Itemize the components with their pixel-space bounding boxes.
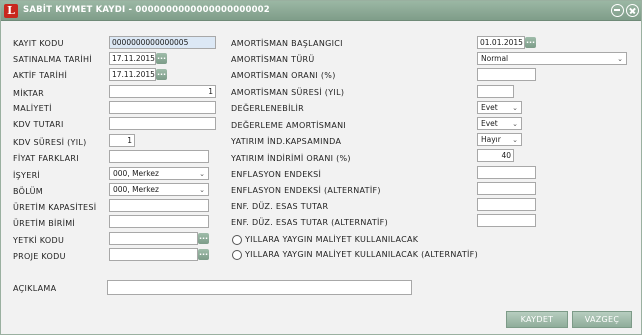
- yetki-kodu-lookup-icon[interactable]: ...: [198, 233, 209, 244]
- kdv-tutari-label: KDV TUTARI: [13, 120, 64, 129]
- chevron-down-icon: ⌄: [512, 136, 518, 144]
- yatirim-ind-kapsaminda-value: Hayır: [481, 135, 501, 144]
- degerleme-amortismani-select[interactable]: Evet ⌄: [477, 117, 522, 130]
- maliyeti-field[interactable]: [109, 101, 216, 114]
- degerleme-amortismani-value: Evet: [481, 119, 498, 128]
- amortisman-turu-select[interactable]: Normal ⌄: [477, 52, 627, 65]
- fiyat-farklari-field[interactable]: [109, 150, 209, 163]
- chevron-down-icon: ⌄: [512, 104, 518, 112]
- amortisman-baslangici-field[interactable]: 01.01.2015: [477, 36, 525, 49]
- kayit-kodu-label: KAYIT KODU: [13, 39, 64, 48]
- yatirim-indirimi-orani-label: YATIRIM İNDİRİMİ ORANI (%): [231, 154, 351, 163]
- amortisman-turu-label: AMORTİSMAN TÜRÜ: [231, 55, 315, 64]
- miktar-field[interactable]: 1: [109, 85, 216, 98]
- uretim-kapasitesi-label: ÜRETİM KAPASİTESİ: [13, 203, 97, 212]
- proje-kodu-label: PROJE KODU: [13, 252, 66, 261]
- uretim-birimi-label: ÜRETİM BİRİMİ: [13, 219, 76, 228]
- amortisman-suresi-field[interactable]: [477, 85, 514, 98]
- amortisman-suresi-label: AMORTİSMAN SÜRESİ (YIL): [231, 88, 345, 97]
- enf-duz-esas-tutar-alt-label: ENF. DÜZ. ESAS TUTAR (ALTERNATİF): [231, 218, 388, 227]
- chevron-down-icon: ⌄: [199, 186, 205, 194]
- aktif-tarihi-field[interactable]: 17.11.2015: [109, 68, 156, 81]
- kdv-suresi-label: KDV SÜRESİ (YIL): [13, 138, 87, 147]
- yetki-kodu-label: YETKİ KODU: [13, 236, 65, 245]
- aciklama-field[interactable]: [107, 280, 412, 295]
- amortisman-orani-field[interactable]: [477, 68, 536, 81]
- minimize-icon[interactable]: [611, 4, 624, 17]
- miktar-label: MİKTAR: [13, 89, 44, 98]
- chevron-down-icon: ⌄: [512, 120, 518, 128]
- yetki-kodu-field[interactable]: [109, 232, 198, 245]
- proje-kodu-lookup-icon[interactable]: ...: [198, 249, 209, 260]
- isyeri-select[interactable]: 000, Merkez ⌄: [109, 167, 209, 180]
- enflasyon-endeksi-alt-field[interactable]: [477, 182, 536, 195]
- degerlenebilir-value: Evet: [481, 103, 498, 112]
- amortisman-baslangici-calendar-icon[interactable]: ...: [525, 37, 536, 48]
- amortisman-orani-label: AMORTİSMAN ORANI (%): [231, 71, 336, 80]
- yatirim-ind-kapsaminda-label: YATIRIM İND.KAPSAMINDA: [231, 137, 342, 146]
- yillara-yaygin-checkbox[interactable]: [232, 235, 242, 245]
- satinalma-tarihi-calendar-icon[interactable]: ...: [156, 53, 167, 64]
- fixed-asset-record-window: L SABİT KIYMET KAYDI - 00000000000000000…: [0, 0, 642, 335]
- yillara-yaygin-alt-label: YILLARA YAYGIN MALİYET KULLANILACAK (ALT…: [245, 250, 478, 259]
- enf-duz-esas-tutar-label: ENF. DÜZ. ESAS TUTAR: [231, 202, 329, 211]
- aktif-tarihi-label: AKTİF TARİHİ: [13, 71, 68, 80]
- yillara-yaygin-alt-checkbox[interactable]: [232, 250, 242, 260]
- uretim-birimi-field[interactable]: [109, 215, 209, 228]
- satinalma-tarihi-label: SATINALMA TARİHİ: [13, 55, 92, 64]
- amortisman-baslangici-label: AMORTİSMAN BAŞLANGICI: [231, 39, 343, 48]
- amortisman-turu-value: Normal: [481, 54, 509, 63]
- window-title: SABİT KIYMET KAYDI - 0000000000000000000…: [23, 5, 270, 15]
- chevron-down-icon: ⌄: [617, 55, 623, 63]
- satinalma-tarihi-field[interactable]: 17.11.2015: [109, 52, 156, 65]
- kdv-suresi-field[interactable]: 1: [109, 134, 135, 147]
- degerleme-amortismani-label: DEĞERLEME AMORTİSMANI: [231, 121, 347, 130]
- aciklama-label: AÇIKLAMA: [13, 284, 57, 293]
- bolum-select[interactable]: 000, Merkez ⌄: [109, 183, 209, 196]
- app-logo-icon: L: [4, 4, 18, 18]
- uretim-kapasitesi-field[interactable]: [109, 199, 209, 212]
- title-bar: L SABİT KIYMET KAYDI - 00000000000000000…: [1, 1, 641, 21]
- aktif-tarihi-calendar-icon[interactable]: ...: [156, 69, 167, 80]
- yatirim-indirimi-orani-field[interactable]: 40: [477, 149, 514, 162]
- enflasyon-endeksi-label: ENFLASYON ENDEKSİ: [231, 170, 322, 179]
- isyeri-value: 000, Merkez: [113, 169, 159, 178]
- bolum-label: BÖLÜM: [13, 187, 43, 196]
- proje-kodu-field[interactable]: [109, 248, 198, 261]
- bolum-value: 000, Merkez: [113, 185, 159, 194]
- chevron-down-icon: ⌄: [199, 170, 205, 178]
- enflasyon-endeksi-field[interactable]: [477, 166, 536, 179]
- degerlenebilir-label: DEĞERLENEBİLİR: [231, 104, 305, 113]
- isyeri-label: İŞYERİ: [13, 171, 41, 180]
- degerlenebilir-select[interactable]: Evet ⌄: [477, 101, 522, 114]
- maliyeti-label: MALİYETİ: [13, 104, 52, 113]
- enf-duz-esas-tutar-field[interactable]: [477, 198, 536, 211]
- save-button[interactable]: KAYDET: [506, 311, 568, 328]
- enf-duz-esas-tutar-alt-field[interactable]: [477, 214, 536, 227]
- cancel-button[interactable]: VAZGEÇ: [572, 311, 632, 328]
- kdv-tutari-field[interactable]: [109, 117, 216, 130]
- yatirim-ind-kapsaminda-select[interactable]: Hayır ⌄: [477, 133, 522, 146]
- enflasyon-endeksi-alt-label: ENFLASYON ENDEKSİ (ALTERNATİF): [231, 186, 381, 195]
- fiyat-farklari-label: FİYAT FARKLARI: [13, 154, 79, 163]
- yillara-yaygin-label: YILLARA YAYGIN MALİYET KULLANILACAK: [245, 235, 419, 244]
- kayit-kodu-field[interactable]: 0000000000000005: [109, 36, 216, 49]
- close-icon[interactable]: [626, 4, 639, 17]
